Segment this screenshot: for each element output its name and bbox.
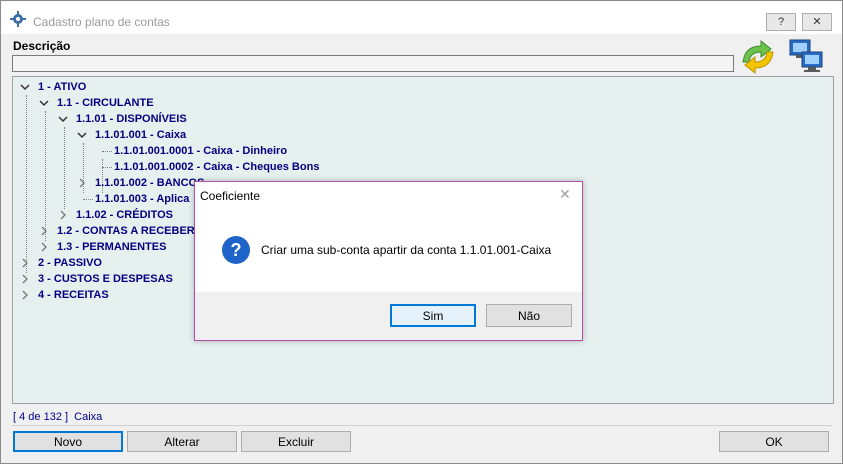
confirm-dialog: Coeficiente ✕ ? Criar uma sub-conta apar… <box>194 181 583 341</box>
tree-guide <box>26 95 27 273</box>
dialog-message: Criar uma sub-conta apartir da conta 1.1… <box>261 243 552 257</box>
help-button[interactable]: ? <box>766 13 796 31</box>
window-title: Cadastro plano de contas <box>33 15 170 29</box>
tree-node[interactable]: 1.3 - PERMANENTES <box>57 239 166 255</box>
tree-node-selected[interactable]: 1.1.01.001 - Caixa <box>95 127 186 143</box>
chevron-down-icon[interactable] <box>57 111 69 127</box>
selected-account: Caixa <box>74 411 103 423</box>
chevron-down-icon[interactable] <box>38 95 50 111</box>
tree-node[interactable]: 1.1.01.003 - Aplica <box>95 191 189 207</box>
tree-node[interactable]: 1.1.01.002 - BANCOS <box>95 175 204 191</box>
nao-button[interactable]: Não <box>486 304 572 327</box>
tree-guide <box>83 199 93 200</box>
chevron-down-icon[interactable] <box>19 79 31 95</box>
divider <box>12 425 832 426</box>
ok-button[interactable]: OK <box>719 431 829 452</box>
record-position: [ 4 de 132 ] <box>13 411 69 423</box>
network-button[interactable] <box>784 36 829 76</box>
chevron-right-icon[interactable] <box>38 239 50 255</box>
dialog-title: Coeficiente <box>200 189 261 203</box>
close-button[interactable]: ✕ <box>802 13 832 31</box>
description-input[interactable] <box>12 55 734 72</box>
tree-guide <box>102 151 112 152</box>
question-icon: ? <box>221 235 251 265</box>
tree-node[interactable]: 1.1 - CIRCULANTE <box>57 95 154 111</box>
chevron-right-icon[interactable] <box>57 207 69 223</box>
alterar-button[interactable]: Alterar <box>127 431 237 452</box>
sim-button[interactable]: Sim <box>390 304 476 327</box>
tree-node[interactable]: 1.1.01.001.0001 - Caixa - Dinheiro <box>114 143 287 159</box>
description-label: Descrição <box>13 39 71 53</box>
chevron-down-icon[interactable] <box>76 127 88 143</box>
chevron-right-icon[interactable] <box>76 175 88 191</box>
tree-node[interactable]: 1.1.01 - DISPONÍVEIS <box>76 111 187 127</box>
chevron-right-icon[interactable] <box>19 271 31 287</box>
tree-node[interactable]: 1.1.01.001.0002 - Caixa - Cheques Bons <box>114 159 319 175</box>
novo-button[interactable]: Novo <box>13 431 123 452</box>
tree-guide <box>102 167 112 168</box>
chevron-right-icon[interactable] <box>19 287 31 303</box>
tree-node[interactable]: 1.1.02 - CRÉDITOS <box>76 207 173 223</box>
tree-node[interactable]: 3 - CUSTOS E DESPESAS <box>38 271 173 287</box>
chevron-right-icon[interactable] <box>19 255 31 271</box>
tree-node[interactable]: 1.2 - CONTAS A RECEBER A <box>57 223 205 239</box>
excluir-button[interactable]: Excluir <box>241 431 351 452</box>
tree-guide <box>45 111 46 241</box>
status-bar: [ 4 de 132 ] Caixa <box>13 411 102 423</box>
dialog-footer: Sim Não <box>195 292 582 340</box>
tree-node[interactable]: 1 - ATIVO <box>38 79 86 95</box>
dialog-close-icon[interactable]: ✕ <box>559 186 571 203</box>
chevron-right-icon[interactable] <box>38 223 50 239</box>
tree-guide <box>64 127 65 209</box>
tree-node[interactable]: 4 - RECEITAS <box>38 287 109 303</box>
app-gear-icon <box>10 11 26 27</box>
svg-text:?: ? <box>231 240 242 260</box>
refresh-button[interactable] <box>735 36 780 76</box>
tree-node[interactable]: 2 - PASSIVO <box>38 255 102 271</box>
title-bar: Cadastro plano de contas ? ✕ <box>1 1 842 34</box>
